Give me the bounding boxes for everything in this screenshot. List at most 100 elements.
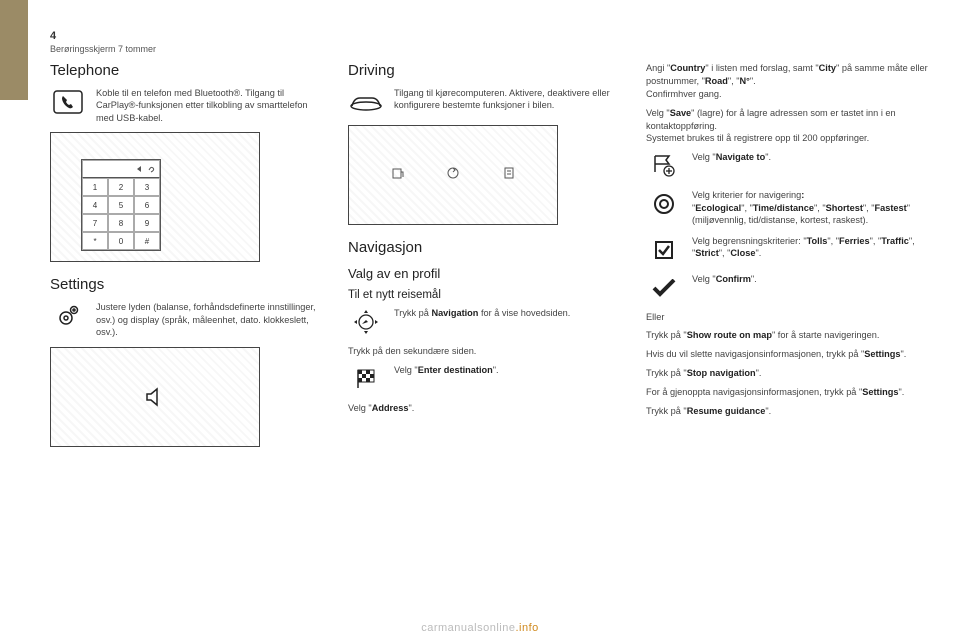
b: N°: [740, 76, 750, 86]
key-hash: #: [134, 232, 160, 250]
b: Settings: [862, 387, 898, 397]
breadcrumb: Berøringsskjerm 7 tommer: [50, 44, 156, 54]
key-0: 0: [108, 232, 134, 250]
checkered-flag-icon: [348, 364, 384, 394]
t: Velg kriterier for navigering: [692, 190, 801, 200]
compass-icon: [348, 307, 384, 337]
t: ", ": [863, 203, 875, 213]
criteria-row: Velg kriterier for navigering: "Ecologic…: [646, 189, 930, 226]
key-star: *: [82, 232, 108, 250]
nav-press-desc: Trykk på Navigation for å vise hovedside…: [394, 307, 618, 319]
telephone-desc: Koble til en telefon med Bluetooth®. Til…: [96, 87, 320, 124]
t: Trykk på ": [646, 330, 687, 340]
t: ", ": [719, 248, 731, 258]
flag-plus-icon: [646, 151, 682, 181]
telephone-heading: Telephone: [50, 62, 320, 79]
key-8: 8: [108, 214, 134, 232]
backspace-icon: [135, 165, 143, 173]
b: Traffic: [881, 236, 909, 246]
footer-right: .info: [515, 622, 538, 634]
confirm-row: Velg "Confirm".: [646, 273, 930, 303]
nav-press-row: Trykk på Navigation for å vise hovedside…: [348, 307, 618, 337]
column-2: Driving Tilgang til kjørecomputeren. Akt…: [348, 62, 618, 461]
t: ".: [765, 152, 771, 162]
page-number: 4: [50, 30, 56, 42]
t: ", ": [870, 236, 882, 246]
settings-row: Justere lyden (balanse, forhåndsdefinert…: [50, 301, 320, 338]
key-5: 5: [108, 196, 134, 214]
phone-icon: [50, 87, 86, 117]
footer-watermark: carmanualsonline.info: [0, 622, 960, 634]
target-icon: [646, 189, 682, 219]
b: Resume guidance: [687, 406, 766, 416]
fuel-icon: [391, 166, 405, 180]
resume-guidance-text: Trykk på "Resume guidance".: [646, 405, 930, 418]
b: Ferries: [839, 236, 870, 246]
settings-illustration: [50, 347, 260, 447]
t: Trykk på ": [646, 406, 687, 416]
txt-bold: Enter destination: [418, 365, 493, 375]
key-6: 6: [134, 196, 160, 214]
b: Strict: [695, 248, 719, 258]
resume-settings-text: For å gjenoppta navigasjonsinformasjonen…: [646, 386, 930, 399]
navigate-to-row: Velg "Navigate to".: [646, 151, 930, 181]
txt: for å vise hovedsiden.: [478, 308, 570, 318]
txt: ".: [408, 403, 414, 413]
txt: Velg ": [348, 403, 372, 413]
address-text: Velg "Address".: [348, 402, 618, 415]
t: Confirmhver gang.: [646, 89, 722, 99]
b: Save: [670, 108, 691, 118]
key-2: 2: [108, 178, 134, 196]
t: Angi ": [646, 63, 670, 73]
txt: Velg ": [394, 365, 418, 375]
t: Trykk på ": [646, 368, 687, 378]
t: Hvis du vil slette navigasjonsinformasjo…: [646, 349, 864, 359]
txt: ".: [493, 365, 499, 375]
t: ", ": [814, 203, 826, 213]
section-tab: [0, 0, 28, 100]
key-9: 9: [134, 214, 160, 232]
key-4: 4: [82, 196, 108, 214]
driving-illustration: [348, 125, 558, 225]
enter-dest-row: Velg "Enter destination".: [348, 364, 618, 394]
b: Road: [705, 76, 728, 86]
column-1: Telephone Koble til en telefon med Bluet…: [50, 62, 320, 461]
b: Shortest: [826, 203, 863, 213]
b: City: [819, 63, 836, 73]
navigation-heading: Navigasjon: [348, 239, 618, 256]
gear-icon: [50, 301, 86, 331]
t: ".: [756, 368, 762, 378]
txt: Trykk på: [394, 308, 431, 318]
b: :: [801, 190, 804, 200]
restriction-row: Velg begrensningskriterier: "Tolls", "Fe…: [646, 235, 930, 265]
b: Stop navigation: [687, 368, 756, 378]
stop-nav-text: Trykk på "Stop navigation".: [646, 367, 930, 380]
t: Velg ": [692, 152, 716, 162]
t: ", ": [827, 236, 839, 246]
settings-heading: Settings: [50, 276, 320, 293]
b: Show route on map: [687, 330, 772, 340]
confirm-desc: Velg "Confirm".: [692, 273, 930, 285]
t: ", ": [728, 76, 740, 86]
t: Velg ": [646, 108, 670, 118]
keypad-header: [82, 160, 160, 178]
key-1: 1: [82, 178, 108, 196]
t: " for å starte navigeringen.: [772, 330, 879, 340]
b: Settings: [864, 349, 900, 359]
navigate-to-desc: Velg "Navigate to".: [692, 151, 930, 163]
telephone-row: Koble til en telefon med Bluetooth®. Til…: [50, 87, 320, 124]
t: Systemet brukes til å registrere opp til…: [646, 133, 869, 143]
check-icon: [646, 273, 682, 303]
delete-nav-text: Hvis du vil slette navigasjonsinformasjo…: [646, 348, 930, 361]
b: Ecological: [695, 203, 741, 213]
car-icon: [348, 87, 384, 117]
content-columns: Telephone Koble til en telefon med Bluet…: [50, 62, 930, 461]
t: ".: [751, 274, 757, 284]
t: ".: [898, 387, 904, 397]
b: Country: [670, 63, 705, 73]
secondary-page-text: Trykk på den sekundære siden.: [348, 345, 618, 358]
t: " i listen med forslag, samt ": [705, 63, 818, 73]
footer-left: carmanualsonline: [421, 622, 515, 634]
txt-bold: Address: [372, 403, 409, 413]
driving-heading: Driving: [348, 62, 618, 79]
